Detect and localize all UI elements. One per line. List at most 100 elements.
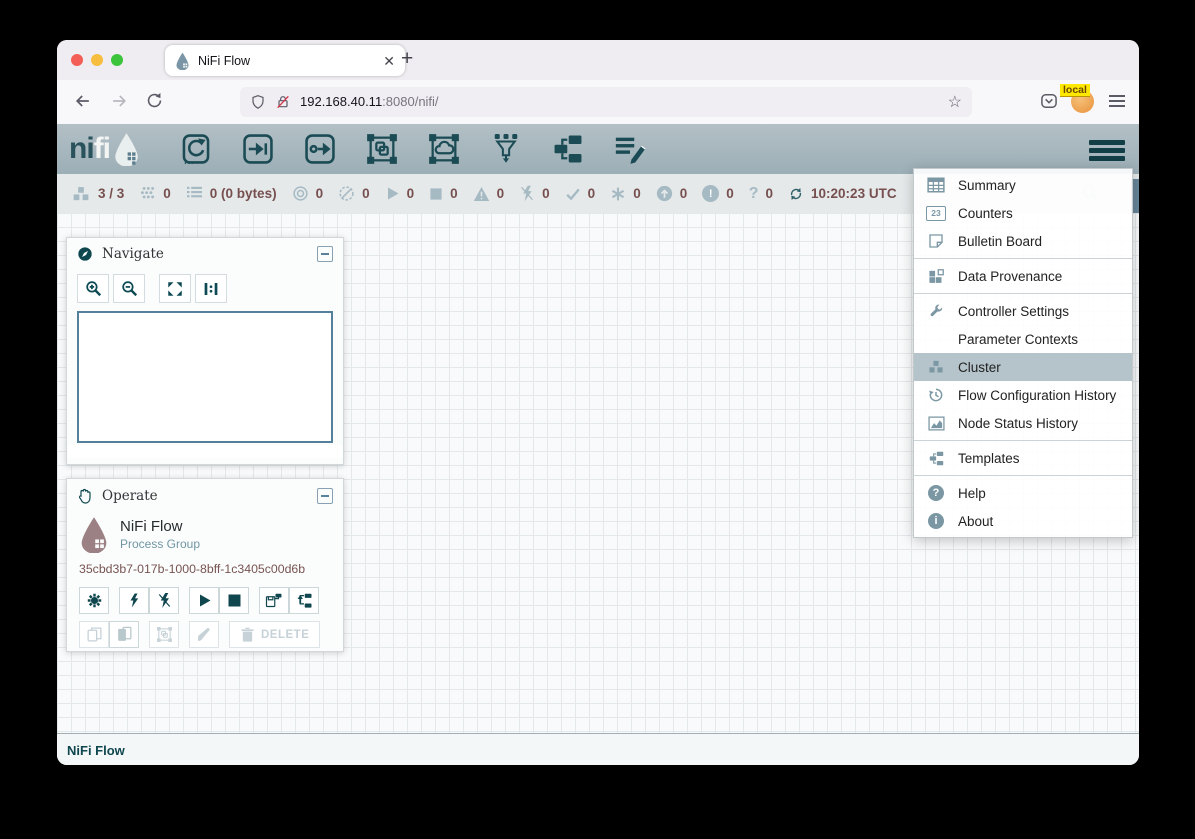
menu-separator [914,440,1132,441]
zoom-window-button[interactable] [111,54,123,66]
locally-modified-stale-icon: ! [702,185,719,202]
menu-item-controller-settings[interactable]: Controller Settings [914,297,1132,325]
menu-item-data-provenance[interactable]: Data Provenance [914,262,1132,290]
navigation-bar: 192.168.40.11:8080/nifi/ ☆ local [57,80,1139,124]
menu-item-node-status-history[interactable]: Node Status History [914,409,1132,437]
sticky-note-icon [926,233,946,249]
operate-panel: Operate NiFi Flow Process Group 35cbd3b7… [66,478,344,652]
group-button[interactable] [149,621,179,648]
collapse-operate-button[interactable] [317,488,333,504]
minimap-footer [68,445,342,458]
wrench-icon [926,303,946,319]
menu-item-summary[interactable]: Summary [914,171,1132,199]
tab-close-icon[interactable]: ✕ [383,54,395,68]
chart-icon [926,416,946,431]
selected-flow-type: Process Group [120,537,200,551]
stop-button[interactable] [219,587,249,614]
queued-status: 0 (0 bytes) [186,186,277,201]
bookmark-star-icon[interactable]: ☆ [948,92,962,112]
invalid-icon [473,186,490,202]
cubes-icon [926,359,946,375]
menu-separator [914,293,1132,294]
minimize-window-button[interactable] [91,54,103,66]
running-icon [385,186,400,201]
breadcrumb[interactable]: NiFi Flow [67,743,125,758]
disabled-status: 0 [519,185,550,202]
output-port-icon[interactable] [302,131,338,167]
remote-process-group-icon[interactable] [426,131,462,167]
info-icon: i [926,513,946,529]
zoom-out-button[interactable] [113,274,145,303]
funnel-icon[interactable] [488,131,524,167]
enable-button[interactable] [119,587,149,614]
shield-icon[interactable] [250,94,266,110]
menu-item-parameter-contexts[interactable]: Parameter Contexts [914,325,1132,353]
menu-item-flow-configuration-history[interactable]: Flow Configuration History [914,381,1132,409]
stopped-icon [429,187,443,201]
logo-ni-text: ni [69,134,94,164]
close-window-button[interactable] [71,54,83,66]
reload-button[interactable] [145,91,164,110]
processor-icon[interactable] [178,131,214,167]
provenance-icon [926,268,946,285]
transmitting-status: 0 [292,185,324,202]
refresh-icon[interactable] [788,186,804,202]
new-tab-button[interactable]: + [401,47,413,71]
global-menu-button[interactable] [1089,140,1125,164]
input-port-icon[interactable] [240,131,276,167]
start-button[interactable] [189,587,219,614]
disable-button[interactable] [149,587,179,614]
menu-item-counters[interactable]: 23 Counters [914,199,1132,227]
template-icon[interactable] [550,131,586,167]
create-template-button[interactable] [259,587,289,614]
paste-button[interactable] [109,621,139,648]
container-badge: local [1060,84,1090,97]
transmitting-icon [292,185,309,202]
menu-item-bulletin-board[interactable]: Bulletin Board [914,227,1132,255]
stale-icon [656,185,673,202]
zoom-fit-button[interactable] [159,274,191,303]
process-group-drop-icon [79,516,109,553]
menu-item-about[interactable]: i About [914,507,1132,535]
forward-button[interactable] [109,91,129,111]
process-group-id: 35cbd3b7-017b-1000-8bff-1c3405c00d6b [67,553,343,576]
menu-item-templates[interactable]: Templates [914,444,1132,472]
sync-failure-icon: ? [749,185,759,203]
menu-item-help[interactable]: ? Help [914,479,1132,507]
table-icon [926,177,946,193]
nifi-toolbar: nifi [57,124,1139,174]
zoom-in-button[interactable] [77,274,109,303]
invalid-status: 0 [473,186,505,202]
compass-icon [77,246,93,262]
process-group-icon[interactable] [364,131,400,167]
nifi-drop-icon [113,132,140,166]
firefox-menu-button[interactable] [1109,95,1125,110]
collapse-navigate-button[interactable] [317,246,333,262]
menu-separator [914,475,1132,476]
delete-button[interactable]: DELETE [229,621,320,648]
menu-item-cluster[interactable]: Cluster [914,353,1132,381]
breadcrumb-bar: NiFi Flow [57,733,1139,765]
queued-count: 0 (0 bytes) [210,186,277,201]
navigate-title: Navigate [102,246,164,262]
label-icon[interactable] [612,131,648,167]
upload-template-button[interactable] [289,587,319,614]
browser-tab[interactable]: NiFi Flow ✕ [165,45,405,76]
pocket-icon[interactable] [1039,91,1059,111]
refresh-status[interactable]: 10:20:23 UTC [788,186,897,202]
menu-separator [914,258,1132,259]
counters-icon: 23 [926,206,946,221]
cluster-status: 3 / 3 [71,185,124,203]
zoom-actual-size-button[interactable] [195,274,227,303]
copy-button[interactable] [79,621,109,648]
window-controls [71,54,123,66]
insecure-lock-icon[interactable] [275,94,291,110]
logo-fi-text: fi [94,134,110,164]
configure-button[interactable] [79,587,109,614]
url-host: 192.168.40.11 [300,94,382,109]
birdseye-minimap[interactable] [77,311,333,443]
color-button[interactable] [189,621,219,648]
back-button[interactable] [73,91,93,111]
stale-status: 0 [656,185,688,202]
url-bar[interactable]: 192.168.40.11:8080/nifi/ ☆ [240,87,972,117]
